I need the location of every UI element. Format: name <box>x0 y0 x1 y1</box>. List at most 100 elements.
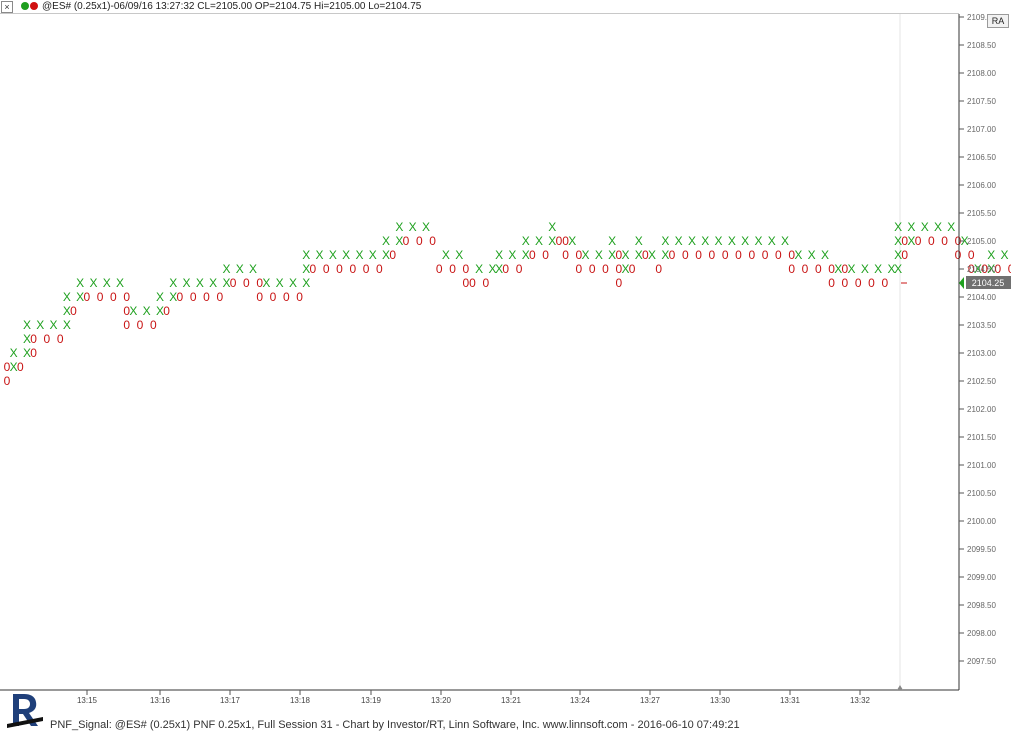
pnf-x-mark: X <box>848 262 856 276</box>
y-tick-label: 2102.50 <box>967 377 996 386</box>
y-tick-label: 2104.50 <box>967 265 996 274</box>
pnf-x-mark: X <box>568 234 576 248</box>
pnf-o-mark: 0 <box>110 290 117 304</box>
pnf-x-mark: X <box>754 234 762 248</box>
x-tick-label: 13:17 <box>220 696 241 705</box>
pnf-o-mark: 0 <box>562 248 569 262</box>
pnf-x-mark: X <box>369 248 377 262</box>
pnf-o-mark: 0 <box>97 290 104 304</box>
pnf-o-mark: 0 <box>901 248 908 262</box>
pnf-o-mark: 0 <box>669 248 676 262</box>
pnf-x-mark: X <box>495 248 503 262</box>
pnf-x-mark: X <box>316 248 324 262</box>
pnf-x-mark: X <box>661 234 669 248</box>
pnf-x-mark: X <box>934 220 942 234</box>
pnf-x-mark: X <box>535 234 543 248</box>
pnf-o-mark: 0 <box>30 346 37 360</box>
pnf-x-mark: X <box>1000 248 1008 262</box>
pnf-o-mark: 0 <box>203 290 210 304</box>
pnf-x-mark: X <box>595 248 603 262</box>
pnf-o-mark: 0 <box>163 304 170 318</box>
pnf-o-mark: 0 <box>602 262 609 276</box>
y-tick-label: 2108.00 <box>967 69 996 78</box>
pnf-x-mark: X <box>76 276 84 290</box>
y-tick-label: 2101.00 <box>967 461 996 470</box>
pnf-x-mark: X <box>861 262 869 276</box>
y-tick-label: 2100.00 <box>967 517 996 526</box>
pnf-o-mark: 0 <box>17 360 24 374</box>
pnf-x-mark: X <box>302 276 310 290</box>
pnf-x-mark: X <box>608 234 616 248</box>
pnf-o-mark: 0 <box>709 248 716 262</box>
pnf-o-mark: 0 <box>629 262 636 276</box>
pnf-columns: 00 XX0XXX00X0X0XXX0XX0X0X0X000X0X0XX0XX0X… <box>4 220 1011 388</box>
pnf-o-mark: 0 <box>389 248 396 262</box>
pnf-o-mark: 0 <box>243 276 250 290</box>
x-tick-label: 13:27 <box>640 696 661 705</box>
pnf-o-mark: 0 <box>542 248 549 262</box>
pnf-x-mark: X <box>947 220 955 234</box>
pnf-o-mark: 0 <box>83 290 90 304</box>
pnf-o-mark: 0 <box>70 304 77 318</box>
pnf-o-mark: 0 <box>416 234 423 248</box>
pnf-x-mark: X <box>156 290 164 304</box>
pnf-x-mark: X <box>522 234 530 248</box>
pnf-x-mark: X <box>50 318 58 332</box>
pnf-o-mark: 0 <box>363 262 370 276</box>
pnf-x-mark: X <box>129 304 137 318</box>
pnf-o-mark: 0 <box>615 276 622 290</box>
pnf-x-mark: X <box>395 220 403 234</box>
pnf-o-mark: 0 <box>955 248 962 262</box>
pnf-x-mark: X <box>894 262 902 276</box>
pnf-x-mark: X <box>768 234 776 248</box>
y-tick-label: 2105.50 <box>967 209 996 218</box>
pnf-x-mark: X <box>209 276 217 290</box>
y-tick-label: 2097.50 <box>967 657 996 666</box>
y-tick-label: 2103.00 <box>967 349 996 358</box>
x-tick-label: 13:15 <box>77 696 98 705</box>
y-tick-label: 2104.00 <box>967 293 996 302</box>
pnf-o-mark: 0 <box>722 248 729 262</box>
pnf-x-mark: X <box>169 276 177 290</box>
pnf-x-mark: X <box>821 248 829 262</box>
y-tick-label: 2106.00 <box>967 181 996 190</box>
y-tick-label: 2098.50 <box>967 601 996 610</box>
pnf-o-mark: 0 <box>735 248 742 262</box>
pnf-o-mark: 0 <box>529 248 536 262</box>
y-tick-label: 2105.00 <box>967 237 996 246</box>
pnf-o-mark: 0 <box>44 332 51 346</box>
pnf-x-mark: X <box>701 234 709 248</box>
pnf-o-mark: 0 <box>296 290 303 304</box>
pnf-x-mark: X <box>355 248 363 262</box>
pnf-x-mark: X <box>36 318 44 332</box>
y-tick-label: 2102.00 <box>967 405 996 414</box>
x-tick-label: 13:16 <box>150 696 171 705</box>
pnf-chart[interactable]: 00 XX0XXX00X0X0XXX0XX0X0X0X000X0X0XX0XX0X… <box>0 0 1011 715</box>
pnf-x-mark: X <box>794 248 802 262</box>
pnf-x-mark: X <box>143 304 151 318</box>
pnf-x-mark: X <box>63 290 71 304</box>
pnf-o-mark: 0 <box>762 248 769 262</box>
pnf-o-mark: 0 <box>928 234 935 248</box>
x-tick-label: 13:24 <box>570 696 591 705</box>
pnf-o-mark: 0 <box>283 290 290 304</box>
pnf-o-mark: 0 <box>881 276 888 290</box>
pnf-x-mark: X <box>688 234 696 248</box>
pnf-x-mark: X <box>921 220 929 234</box>
pnf-o-mark: 0 <box>576 262 583 276</box>
footer-credit: PNF_Signal: @ES# (0.25x1) PNF 0.25x1, Fu… <box>50 719 740 731</box>
pnf-o-mark: 0 <box>815 262 822 276</box>
pnf-x-mark: X <box>103 276 111 290</box>
pnf-x-mark: X <box>475 262 483 276</box>
y-tick-label: 2106.50 <box>967 153 996 162</box>
pnf-x-mark: X <box>89 276 97 290</box>
ra-button[interactable]: RA <box>987 14 1009 28</box>
x-tick-label: 13:31 <box>780 696 801 705</box>
chart-axes: 2097.50 2098.00 2098.50 2099.00 2099.50 2100.… <box>0 13 1011 705</box>
y-tick-label: 2098.00 <box>967 629 996 638</box>
pnf-x-mark: X <box>455 248 463 262</box>
pnf-x-mark: X <box>422 220 430 234</box>
pnf-o-mark: 0 <box>828 276 835 290</box>
pnf-x-mark: X <box>276 276 284 290</box>
pnf-o-mark: 0 <box>502 262 509 276</box>
